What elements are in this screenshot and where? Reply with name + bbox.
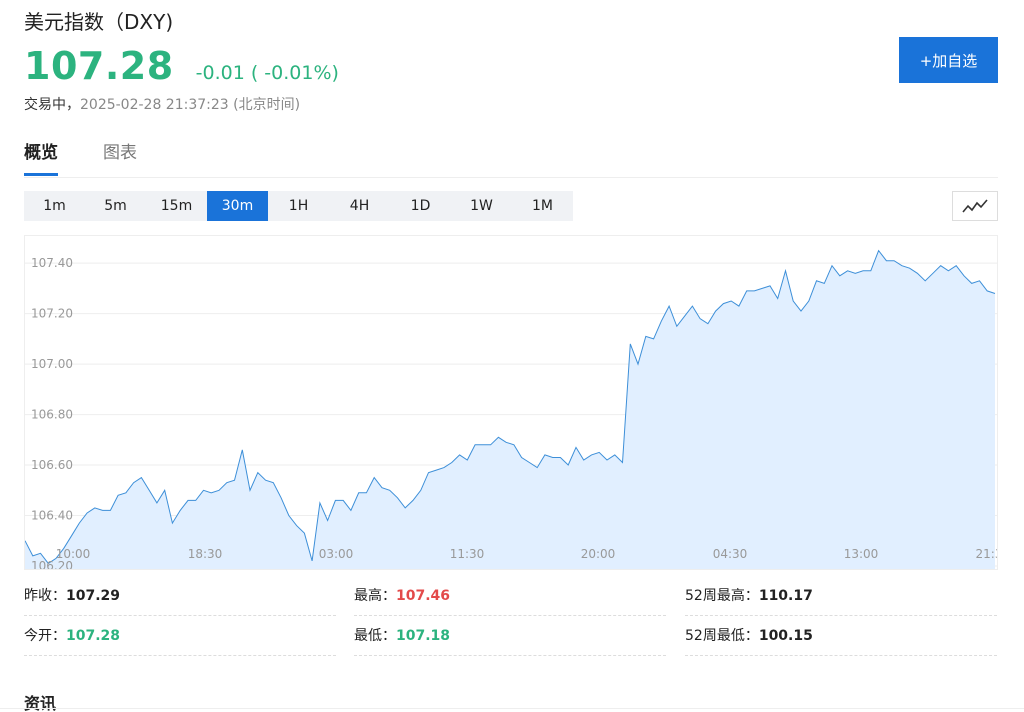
stat-value: 107.46 — [396, 588, 451, 604]
y-tick-label: 107.40 — [31, 256, 73, 270]
period-1h[interactable]: 1H — [268, 191, 329, 221]
period-5m[interactable]: 5m — [85, 191, 146, 221]
line-chart-icon — [962, 199, 988, 213]
stat-label: 最高： — [354, 588, 396, 604]
y-tick-label: 107.00 — [31, 357, 73, 371]
y-tick-label: 106.40 — [31, 508, 73, 522]
period-1mo[interactable]: 1M — [512, 191, 573, 221]
x-tick-label: 18:30 — [188, 547, 223, 561]
stat-label: 今开： — [24, 628, 66, 644]
y-tick-label: 107.20 — [31, 307, 73, 321]
x-tick-label: 13:00 — [844, 547, 879, 561]
stat-label: 52周最高： — [685, 588, 759, 604]
tab-chart[interactable]: 图表 — [103, 142, 137, 176]
stat-value: 107.18 — [396, 628, 451, 644]
stats-panel: 昨收：107.29 最高：107.46 52周最高：110.17 今开：107.… — [24, 578, 998, 658]
x-tick-label: 04:30 — [713, 547, 748, 561]
x-tick-label: 11:30 — [450, 547, 485, 561]
chart-canvas: 107.40107.20107.00106.80106.60106.40106.… — [25, 249, 998, 569]
last-price: 107.28 — [24, 44, 174, 88]
stat-value: 100.15 — [758, 628, 813, 644]
stat-label: 昨收： — [24, 588, 66, 604]
stat-label: 最低： — [354, 628, 396, 644]
x-tick-label: 20:00 — [581, 547, 616, 561]
stat-value: 107.28 — [66, 628, 121, 644]
y-tick-label: 106.60 — [31, 458, 73, 472]
tab-overview[interactable]: 概览 — [24, 142, 58, 176]
x-tick-label: 03:00 — [319, 547, 354, 561]
divider — [0, 708, 1024, 709]
page-title: 美元指数（DXY) — [24, 10, 174, 34]
price-chart[interactable]: 107.40 107.20 107.00 106.80 106.60 106.40 106.… — [24, 235, 998, 570]
chart-type-button[interactable] — [952, 191, 998, 221]
period-selector: 1m 5m 15m 30m 1H 4H 1D 1W 1M — [24, 191, 573, 221]
stat-open: 今开：107.28 — [24, 618, 336, 656]
y-tick-label: 106.80 — [31, 408, 73, 422]
chart-area — [25, 250, 995, 569]
tab-bar: 概览 图表 — [24, 142, 998, 178]
stat-high: 最高：107.46 — [354, 578, 666, 616]
trading-status: 交易中，2025-02-28 21:37:23 (北京时间) — [24, 94, 300, 114]
period-30m[interactable]: 30m — [207, 191, 268, 221]
stat-low: 最低：107.18 — [354, 618, 666, 656]
period-4h[interactable]: 4H — [329, 191, 390, 221]
period-15m[interactable]: 15m — [146, 191, 207, 221]
price-row: 107.28 -0.01 ( -0.01%) — [24, 44, 339, 88]
stat-52w-low: 52周最低：100.15 — [685, 618, 997, 656]
stat-value: 107.29 — [66, 588, 121, 604]
stat-label: 52周最低： — [685, 628, 759, 644]
add-to-watchlist-button[interactable]: +加自选 — [899, 37, 998, 83]
x-tick-label: 21:3 — [976, 547, 998, 561]
stat-prev-close: 昨收：107.29 — [24, 578, 336, 616]
price-change: -0.01 ( -0.01%) — [195, 62, 339, 84]
x-tick-label: 10:00 — [56, 547, 91, 561]
status-text: 交易中， — [24, 97, 80, 113]
timestamp: 2025-02-28 21:37:23 (北京时间) — [80, 97, 301, 113]
stat-52w-high: 52周最高：110.17 — [685, 578, 997, 616]
period-1w[interactable]: 1W — [451, 191, 512, 221]
period-1m[interactable]: 1m — [24, 191, 85, 221]
stat-value: 110.17 — [758, 588, 813, 604]
period-1d[interactable]: 1D — [390, 191, 451, 221]
